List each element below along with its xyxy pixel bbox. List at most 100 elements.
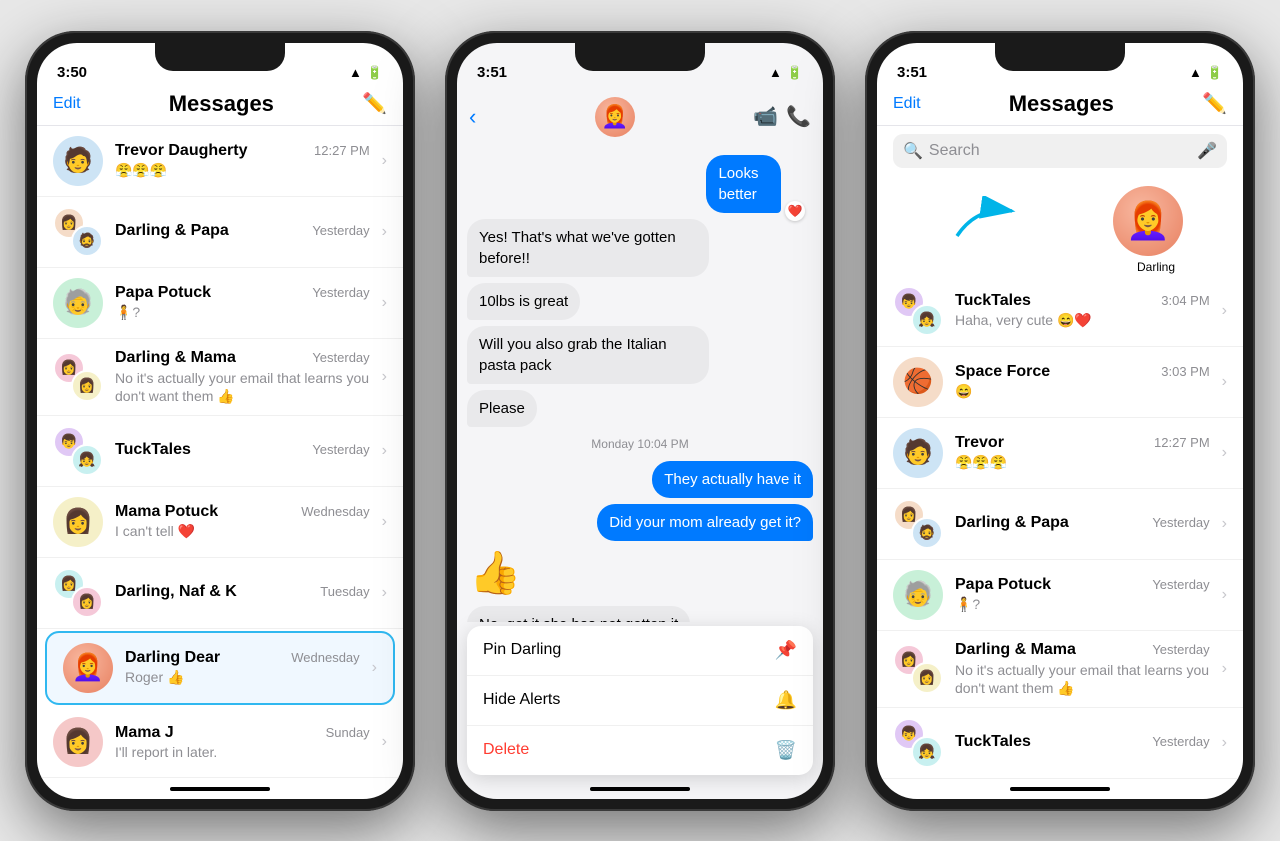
msg-content: Papa Potuck Yesterday 🧍? xyxy=(115,284,370,321)
battery-icon: 🔋 xyxy=(367,65,383,81)
edit-button-1[interactable]: Edit xyxy=(53,95,81,113)
list-item[interactable]: 👩 🧔 Darling & Papa Yesterday › xyxy=(877,489,1243,560)
status-icons-3: ▲ 🔋 xyxy=(1189,65,1223,81)
msg-time: Yesterday xyxy=(312,285,369,300)
home-indicator xyxy=(170,787,270,791)
msg-preview: 😤😤😤 xyxy=(115,162,370,179)
contact-name: TuckTales xyxy=(955,733,1031,751)
avatar: 👩‍🦰 xyxy=(63,643,113,693)
msg-time: Yesterday xyxy=(312,223,369,238)
pin-darling-item[interactable]: Pin Darling 📌 xyxy=(467,626,813,676)
chevron-icon: › xyxy=(1222,734,1227,752)
avatar: 🧑 xyxy=(53,136,103,186)
chat-bubble: They actually have it xyxy=(652,461,813,498)
list-item[interactable]: 👦 👧 TuckTales 3:04 PM Haha, very cute 😄❤… xyxy=(877,276,1243,347)
avatar-group: 👩 🧔 xyxy=(53,207,103,257)
list-item[interactable]: 👩 👩 Darling, Naf & K Tuesday › xyxy=(37,558,403,629)
list-item[interactable]: 🧓 Papa Potuck Yesterday 🧍? › xyxy=(37,268,403,339)
chevron-icon: › xyxy=(382,368,387,386)
chat-messages: Looks better ❤️ Yes! That's what we've g… xyxy=(457,147,823,622)
delete-item[interactable]: Delete 🗑️ xyxy=(467,726,813,775)
chat-bubble: Looks better xyxy=(706,155,781,213)
message-list-3: 👦 👧 TuckTales 3:04 PM Haha, very cute 😄❤… xyxy=(877,276,1243,779)
pinned-contact-area: 👩‍🦰 Darling xyxy=(877,176,1243,276)
home-indicator xyxy=(590,787,690,791)
time-1: 3:50 xyxy=(57,64,87,81)
chat-bubble: Please xyxy=(467,390,537,427)
time-3: 3:51 xyxy=(897,64,927,81)
list-item[interactable]: 👩 🧔 Darling & Papa Yesterday › xyxy=(37,197,403,268)
list-item-selected[interactable]: 👩‍🦰 Darling Dear Wednesday Roger 👍 › xyxy=(45,631,395,705)
avatar-group: 👦 👧 xyxy=(893,286,943,336)
emoji-bubble: 👍 xyxy=(467,547,523,600)
msg-content: Darling & Papa Yesterday xyxy=(955,514,1210,534)
list-item[interactable]: 🧓 Papa Potuck Yesterday 🧍? › xyxy=(877,560,1243,631)
messages-title-1: Messages xyxy=(81,91,363,117)
microphone-icon: 🎤 xyxy=(1197,141,1217,161)
list-item[interactable]: 👩 Mama J Sunday I'll report in later. › xyxy=(37,707,403,778)
msg-content: TuckTales Yesterday xyxy=(115,441,370,461)
edit-button-3[interactable]: Edit xyxy=(893,95,921,113)
back-button[interactable]: ‹ xyxy=(469,104,476,130)
message-bubble-wrap: Did your mom already get it? xyxy=(467,504,813,541)
pin-arrow xyxy=(947,196,1027,246)
chevron-icon: › xyxy=(382,733,387,751)
message-bubble-wrap: Yes! That's what we've gotten before!! xyxy=(467,219,813,277)
msg-preview: I'll report in later. xyxy=(115,744,370,760)
msg-time: Yesterday xyxy=(1152,577,1209,592)
phone-1: 3:50 ▲ 🔋 Edit Messages ✏️ 🧑 Trevor Daugh… xyxy=(25,31,415,811)
delete-label: Delete xyxy=(483,741,529,759)
pin-label: Pin Darling xyxy=(483,641,561,659)
search-bar[interactable]: 🔍 Search 🎤 xyxy=(893,134,1227,168)
msg-content: Darling, Naf & K Tuesday xyxy=(115,583,370,603)
battery-icon: 🔋 xyxy=(787,65,803,81)
chevron-icon: › xyxy=(382,294,387,312)
message-bubble-wrap: No, get it she has not gotten it xyxy=(467,606,813,622)
avatar-group: 👩 👩 xyxy=(53,352,103,402)
phone-2: 3:51 ▲ 🔋 ‹ 👩‍🦰 📹 📞 Looks better ❤️ xyxy=(445,31,835,811)
chat-bubble: Did your mom already get it? xyxy=(597,504,813,541)
chevron-icon: › xyxy=(382,152,387,170)
phone-call-icon[interactable]: 📞 xyxy=(786,104,811,129)
wifi-icon: ▲ xyxy=(1189,65,1202,80)
home-indicator xyxy=(1010,787,1110,791)
msg-time: Yesterday xyxy=(1152,642,1209,657)
hide-alerts-item[interactable]: Hide Alerts 🔔 xyxy=(467,676,813,726)
msg-time: Sunday xyxy=(326,725,370,740)
compose-button-1[interactable]: ✏️ xyxy=(362,91,387,116)
contact-name: Darling, Naf & K xyxy=(115,583,237,601)
compose-button-3[interactable]: ✏️ xyxy=(1202,91,1227,116)
msg-preview: Haha, very cute 😄❤️ xyxy=(955,312,1210,329)
msg-time: Yesterday xyxy=(1152,734,1209,749)
msg-time: 12:27 PM xyxy=(1154,435,1210,450)
list-item[interactable]: 🧑 Trevor Daugherty 12:27 PM 😤😤😤 › xyxy=(37,126,403,197)
msg-content: Mama Potuck Wednesday I can't tell ❤️ xyxy=(115,503,370,540)
msg-preview: 😤😤😤 xyxy=(955,454,1210,471)
list-item[interactable]: 👩 Mama Potuck Wednesday I can't tell ❤️ … xyxy=(37,487,403,558)
avatar: 🏀 xyxy=(893,357,943,407)
context-menu: Pin Darling 📌 Hide Alerts 🔔 Delete 🗑️ xyxy=(467,626,813,775)
video-call-icon[interactable]: 📹 xyxy=(753,104,778,129)
contact-name: Papa Potuck xyxy=(955,576,1051,594)
msg-preview: No it's actually your email that learns … xyxy=(955,661,1210,697)
trash-icon: 🗑️ xyxy=(775,740,797,761)
hide-alerts-label: Hide Alerts xyxy=(483,691,560,709)
contact-name: Darling & Papa xyxy=(115,222,229,240)
msg-preview: 😄 xyxy=(955,383,1210,400)
avatar-group: 👩 🧔 xyxy=(893,499,943,549)
msg-preview: 🧍? xyxy=(955,596,1210,613)
list-item[interactable]: 👦 👧 TuckTales Yesterday › xyxy=(37,416,403,487)
list-item[interactable]: 🧑 Trevor 12:27 PM 😤😤😤 › xyxy=(877,418,1243,489)
phone-3: 3:51 ▲ 🔋 Edit Messages ✏️ 🔍 Search 🎤 xyxy=(865,31,1255,811)
list-item[interactable]: 👩 👩 Darling & Mama Yesterday No it's act… xyxy=(877,631,1243,708)
list-item[interactable]: 👦 👧 TuckTales Yesterday › xyxy=(877,708,1243,779)
avatar: 🧓 xyxy=(893,570,943,620)
list-item[interactable]: 👩 👩 Darling & Mama Yesterday No it's act… xyxy=(37,339,403,416)
list-item[interactable]: 🏀 Space Force 3:03 PM 😄 › xyxy=(877,347,1243,418)
pinned-avatar: 👩‍🦰 xyxy=(1113,186,1183,256)
contact-name: Darling Dear xyxy=(125,649,220,667)
chat-bubble: Will you also grab the Italian pasta pac… xyxy=(467,326,709,384)
msg-content: Papa Potuck Yesterday 🧍? xyxy=(955,576,1210,613)
chevron-icon: › xyxy=(1222,515,1227,533)
avatar-group: 👩 👩 xyxy=(893,644,943,694)
